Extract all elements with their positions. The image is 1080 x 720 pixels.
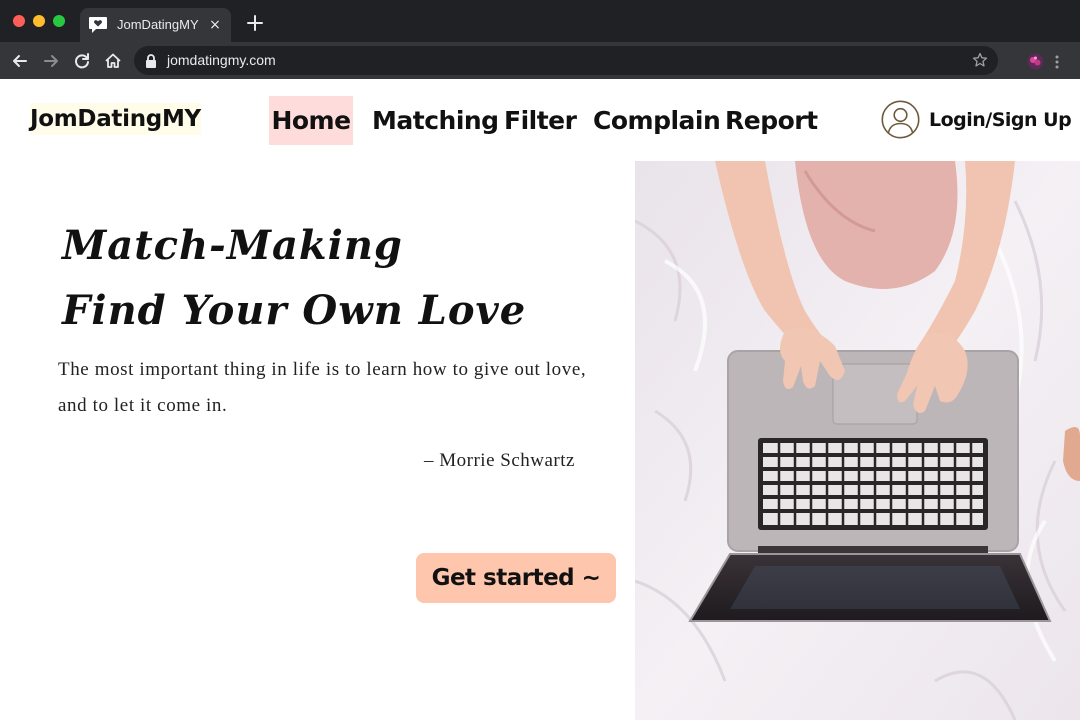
browser-tab-strip: JomDatingMY × [0,0,1080,42]
reload-icon[interactable] [71,50,93,72]
new-tab-plus-icon[interactable] [244,12,266,34]
login-signup-link[interactable]: Login/Sign Up [929,105,1072,135]
nav-matching[interactable]: Matching [372,96,499,145]
browser-tab[interactable]: JomDatingMY × [80,8,231,42]
back-arrow-icon[interactable] [9,50,31,72]
forward-arrow-icon[interactable] [40,50,62,72]
hero-title-line1: Match-Making [62,222,403,269]
get-started-button[interactable]: Get started ~ [416,553,616,603]
site-header: JomDatingMY Home Matching Filter Complai… [0,79,1080,161]
favicon-heart-icon [88,16,108,34]
nav-home[interactable]: Home [269,96,353,145]
window-close-button[interactable] [13,15,25,27]
browser-toolbar: jomdatingmy.com [0,42,1080,79]
nav-complain[interactable]: Complain [593,96,721,145]
url-text: jomdatingmy.com [167,52,276,68]
home-icon[interactable] [102,50,124,72]
window-minimize-button[interactable] [33,15,45,27]
tab-close-icon[interactable]: × [207,17,223,33]
hero-title-line2: Find Your Own Love [62,287,527,334]
nav-filter[interactable]: Filter [504,96,577,145]
quote-author: – Morrie Schwartz [424,450,575,471]
extension-icon[interactable] [1027,53,1044,70]
window-maximize-button[interactable] [53,15,65,27]
lock-icon [145,53,157,68]
menu-dots-icon[interactable] [1052,54,1062,70]
tab-title: JomDatingMY [117,17,199,32]
site-logo[interactable]: JomDatingMY [30,103,201,135]
hero-laptop-photo [635,161,1080,720]
nav-report[interactable]: Report [725,96,818,145]
address-bar[interactable]: jomdatingmy.com [134,46,998,75]
user-circle-icon[interactable] [881,100,920,139]
star-icon[interactable] [972,52,988,68]
hero-quote: The most important thing in life is to l… [58,359,587,416]
